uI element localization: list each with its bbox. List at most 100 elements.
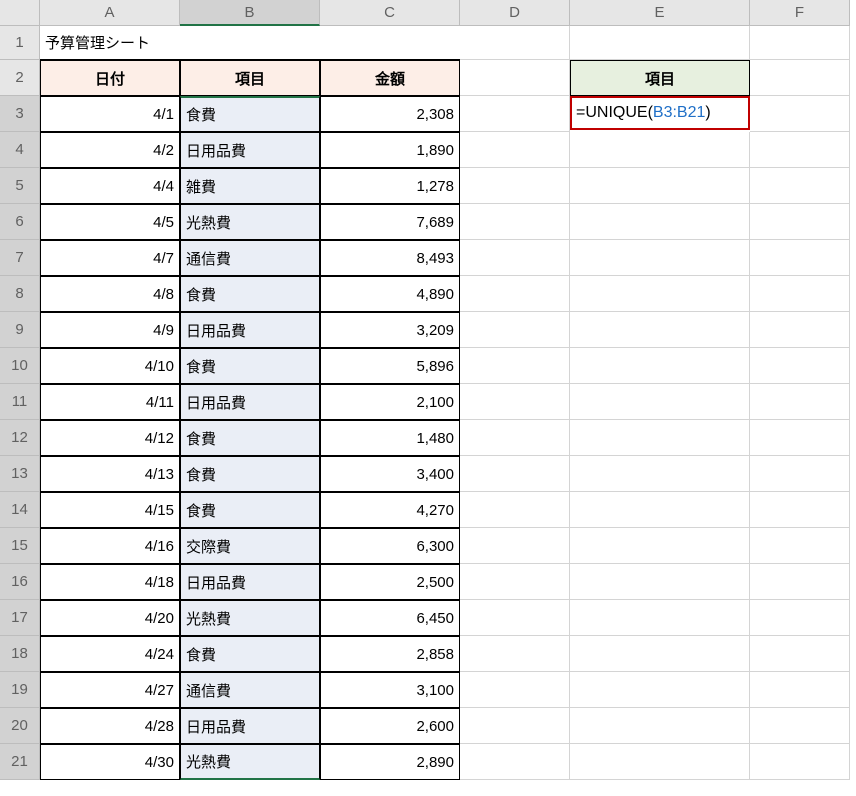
cell-item[interactable]: 交際費	[180, 528, 320, 564]
cell-amount[interactable]: 6,300	[320, 528, 460, 564]
row-header-18[interactable]: 18	[0, 636, 40, 672]
cell-date[interactable]: 4/11	[40, 384, 180, 420]
row-header-9[interactable]: 9	[0, 312, 40, 348]
cell-date[interactable]: 4/20	[40, 600, 180, 636]
cell-amount[interactable]: 2,890	[320, 744, 460, 780]
cell-blank[interactable]	[570, 312, 750, 348]
cell-blank[interactable]	[570, 348, 750, 384]
row-header-17[interactable]: 17	[0, 600, 40, 636]
cell-date[interactable]: 4/16	[40, 528, 180, 564]
cell-item[interactable]: 光熱費	[180, 744, 320, 780]
cell-item[interactable]: 食費	[180, 348, 320, 384]
cell-blank[interactable]	[750, 168, 850, 204]
cell-blank[interactable]	[570, 420, 750, 456]
cell-blank[interactable]	[460, 672, 570, 708]
header-item[interactable]: 項目	[180, 60, 320, 96]
cell-blank[interactable]	[750, 672, 850, 708]
cell-amount[interactable]: 8,493	[320, 240, 460, 276]
cell-blank[interactable]	[750, 456, 850, 492]
cell-amount[interactable]: 4,890	[320, 276, 460, 312]
cell-amount[interactable]: 2,308	[320, 96, 460, 132]
cell-date[interactable]: 4/1	[40, 96, 180, 132]
cell-item[interactable]: 食費	[180, 492, 320, 528]
cell-blank[interactable]	[460, 348, 570, 384]
cell-blank[interactable]	[460, 708, 570, 744]
cell-blank[interactable]	[460, 492, 570, 528]
cell-item[interactable]: 通信費	[180, 672, 320, 708]
cell-blank[interactable]	[460, 312, 570, 348]
cell-amount[interactable]: 1,480	[320, 420, 460, 456]
cell-blank[interactable]	[460, 420, 570, 456]
header-item-e[interactable]: 項目	[570, 60, 750, 96]
cell-date[interactable]: 4/30	[40, 744, 180, 780]
cell-amount[interactable]: 6,450	[320, 600, 460, 636]
row-header-11[interactable]: 11	[0, 384, 40, 420]
cell-amount[interactable]: 3,400	[320, 456, 460, 492]
cell-blank[interactable]	[460, 384, 570, 420]
cell-D1[interactable]	[460, 26, 570, 60]
cell-D3[interactable]	[460, 96, 570, 132]
cell-item[interactable]: 光熱費	[180, 600, 320, 636]
cell-amount[interactable]: 3,209	[320, 312, 460, 348]
cell-item[interactable]: 日用品費	[180, 708, 320, 744]
cell-amount[interactable]: 7,689	[320, 204, 460, 240]
cell-date[interactable]: 4/5	[40, 204, 180, 240]
cell-F2[interactable]	[750, 60, 850, 96]
cell-item[interactable]: 食費	[180, 636, 320, 672]
cell-date[interactable]: 4/28	[40, 708, 180, 744]
cell-blank[interactable]	[750, 348, 850, 384]
row-header-6[interactable]: 6	[0, 204, 40, 240]
cell-item[interactable]: 光熱費	[180, 204, 320, 240]
cell-blank[interactable]	[570, 132, 750, 168]
cell-item[interactable]: 日用品費	[180, 132, 320, 168]
cell-blank[interactable]	[750, 708, 850, 744]
cell-amount[interactable]: 2,100	[320, 384, 460, 420]
cell-blank[interactable]	[570, 240, 750, 276]
cell-blank[interactable]	[570, 168, 750, 204]
row-header-5[interactable]: 5	[0, 168, 40, 204]
cell-blank[interactable]	[570, 744, 750, 780]
row-header-10[interactable]: 10	[0, 348, 40, 384]
row-header-4[interactable]: 4	[0, 132, 40, 168]
cell-blank[interactable]	[570, 384, 750, 420]
cell-item[interactable]: 食費	[180, 420, 320, 456]
cell-item[interactable]: 日用品費	[180, 564, 320, 600]
cell-blank[interactable]	[460, 276, 570, 312]
cell-blank[interactable]	[750, 744, 850, 780]
cell-amount[interactable]: 5,896	[320, 348, 460, 384]
cell-item[interactable]: 食費	[180, 276, 320, 312]
cell-blank[interactable]	[750, 528, 850, 564]
col-header-D[interactable]: D	[460, 0, 570, 26]
cell-blank[interactable]	[750, 276, 850, 312]
cell-amount[interactable]: 2,500	[320, 564, 460, 600]
header-date[interactable]: 日付	[40, 60, 180, 96]
cell-blank[interactable]	[570, 600, 750, 636]
col-header-F[interactable]: F	[750, 0, 850, 26]
cell-amount[interactable]: 2,600	[320, 708, 460, 744]
row-header-14[interactable]: 14	[0, 492, 40, 528]
row-header-12[interactable]: 12	[0, 420, 40, 456]
cell-date[interactable]: 4/13	[40, 456, 180, 492]
col-header-E[interactable]: E	[570, 0, 750, 26]
cell-blank[interactable]	[750, 420, 850, 456]
row-header-15[interactable]: 15	[0, 528, 40, 564]
cell-date[interactable]: 4/10	[40, 348, 180, 384]
cell-blank[interactable]	[570, 564, 750, 600]
cell-blank[interactable]	[570, 276, 750, 312]
row-header-7[interactable]: 7	[0, 240, 40, 276]
row-header-2[interactable]: 2	[0, 60, 40, 96]
cell-amount[interactable]: 4,270	[320, 492, 460, 528]
cell-date[interactable]: 4/27	[40, 672, 180, 708]
formula-cell-e3[interactable]: =UNIQUE(B3:B21)	[570, 96, 750, 130]
cell-item[interactable]: 食費	[180, 456, 320, 492]
row-header-16[interactable]: 16	[0, 564, 40, 600]
cell-blank[interactable]	[570, 204, 750, 240]
cell-date[interactable]: 4/2	[40, 132, 180, 168]
cell-E1[interactable]	[570, 26, 750, 60]
cell-item[interactable]: 日用品費	[180, 312, 320, 348]
cell-blank[interactable]	[750, 600, 850, 636]
cell-blank[interactable]	[460, 600, 570, 636]
cell-blank[interactable]	[460, 168, 570, 204]
cell-amount[interactable]: 1,890	[320, 132, 460, 168]
cell-blank[interactable]	[460, 744, 570, 780]
